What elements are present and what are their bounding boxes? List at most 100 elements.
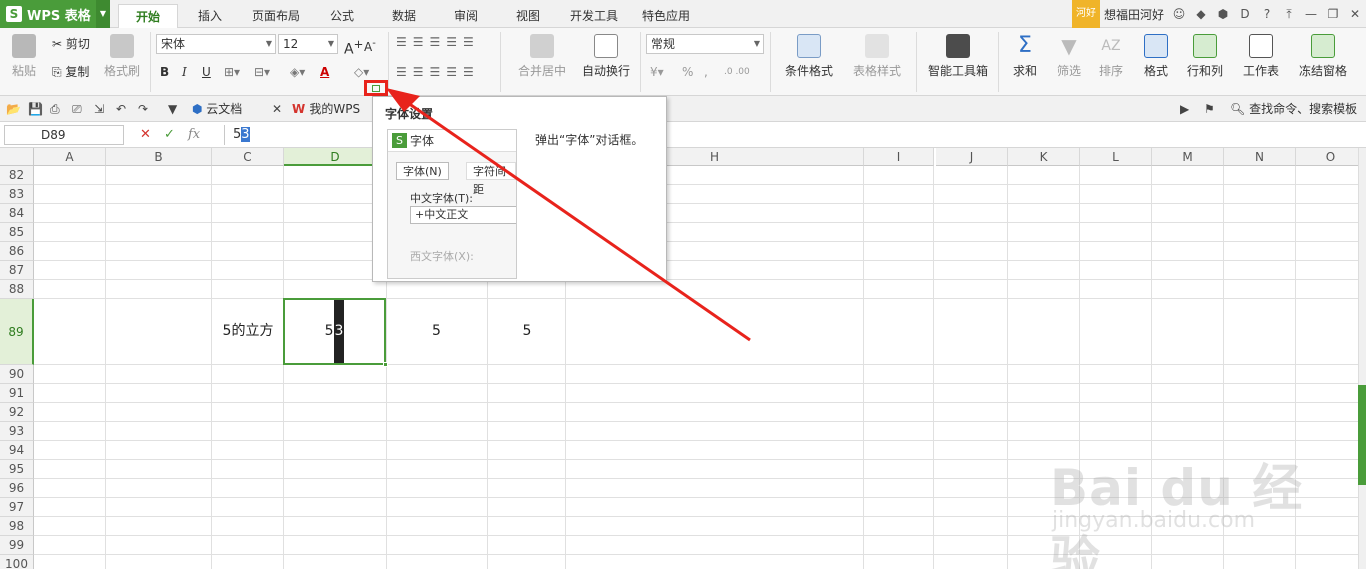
tab-data[interactable]: 数据 — [380, 4, 428, 28]
sum-button[interactable]: Σ 求和 — [1006, 34, 1044, 79]
currency-icon[interactable]: ¥▾ — [650, 62, 664, 82]
row-header-95[interactable]: 95 — [0, 460, 34, 479]
skin-icon[interactable]: ☺ — [1168, 0, 1190, 28]
customize-dropdown-icon[interactable]: ▼ — [168, 100, 177, 118]
row-header-91[interactable]: 91 — [0, 384, 34, 403]
avatar[interactable]: 河好 — [1071, 0, 1100, 28]
print-icon[interactable]: ⎚ — [72, 100, 82, 118]
row-header-99[interactable]: 99 — [0, 536, 34, 555]
help-icon[interactable]: ? — [1256, 0, 1278, 28]
row-header-96[interactable]: 96 — [0, 479, 34, 498]
row-header-82[interactable]: 82 — [0, 166, 34, 185]
align-top-icons[interactable]: ☰☰☰☰☰ — [396, 32, 480, 52]
row-header-93[interactable]: 93 — [0, 422, 34, 441]
font-dialog-launcher-highlight[interactable] — [364, 80, 388, 96]
column-header-j[interactable]: J — [936, 148, 1008, 166]
column-header-c[interactable]: C — [212, 148, 284, 166]
column-header-i[interactable]: I — [864, 148, 934, 166]
row-header-84[interactable]: 84 — [0, 204, 34, 223]
italic-button[interactable]: I — [182, 62, 187, 82]
tab-special[interactable]: 特色应用 — [634, 4, 698, 28]
side-panel-toggle[interactable] — [1358, 385, 1366, 485]
row-header-92[interactable]: 92 — [0, 403, 34, 422]
active-cell-d89[interactable]: 53 — [283, 298, 388, 367]
increase-font-icon[interactable]: A+ — [344, 34, 363, 58]
open-folder-icon[interactable]: 📂 — [6, 100, 21, 118]
tab-insert[interactable]: 插入 — [184, 4, 236, 28]
column-header-m[interactable]: M — [1152, 148, 1224, 166]
paste-button[interactable]: 粘贴 — [8, 34, 40, 79]
format-button[interactable]: 格式 — [1136, 34, 1176, 79]
row-col-button[interactable]: 行和列 — [1182, 34, 1228, 79]
tab-review[interactable]: 审阅 — [442, 4, 490, 28]
border-icon[interactable]: ⊞▾ — [224, 62, 240, 82]
minimize-icon[interactable]: — — [1300, 0, 1322, 28]
merge-center-button[interactable]: 合并居中 — [510, 34, 574, 79]
row-header-88[interactable]: 88 — [0, 280, 34, 299]
close-tab-icon[interactable]: ✕ — [272, 100, 282, 118]
row-header-98[interactable]: 98 — [0, 517, 34, 536]
name-box[interactable]: D89 — [4, 125, 124, 145]
clear-icon[interactable]: ◇▾ — [354, 62, 369, 82]
save-icon[interactable]: 💾 — [28, 100, 43, 118]
cut-button[interactable]: ✂ 剪切 — [52, 34, 90, 54]
font-size-select[interactable]: 12 ▼ — [278, 34, 338, 54]
freeze-panes-button[interactable]: 冻结窗格 — [1292, 34, 1354, 79]
video-icon[interactable]: ▶ — [1180, 100, 1189, 118]
select-all-corner[interactable] — [0, 148, 34, 166]
column-header-b[interactable]: B — [106, 148, 212, 166]
tab-page-layout[interactable]: 页面布局 — [240, 4, 312, 28]
tab-view[interactable]: 视图 — [504, 4, 552, 28]
filter-button[interactable]: ▼ 筛选 — [1050, 34, 1088, 79]
feedback-icon[interactable]: ◆ — [1190, 0, 1212, 28]
column-header-a[interactable]: A — [34, 148, 106, 166]
table-style-button[interactable]: 表格样式 — [846, 34, 908, 79]
user-name[interactable]: 想福田河好 — [1100, 6, 1168, 23]
row-header-94[interactable]: 94 — [0, 441, 34, 460]
doc-tab-mywps[interactable]: W 我的WPS — [292, 98, 360, 120]
cell-c89[interactable]: 5的立方 — [212, 298, 284, 364]
row-header-83[interactable]: 83 — [0, 185, 34, 204]
fill-color-icon[interactable]: ◈▾ — [290, 62, 305, 82]
percent-button[interactable]: % — [682, 62, 693, 82]
format-painter-button[interactable]: 格式刷 — [102, 34, 142, 79]
wrap-text-button[interactable]: 自动换行 — [578, 34, 634, 79]
column-header-n[interactable]: N — [1224, 148, 1296, 166]
cell-e89[interactable]: 5 — [385, 298, 488, 364]
copy-button[interactable]: ⎘ 复制 — [52, 62, 89, 82]
restore-ribbon-icon[interactable]: ⤒ — [1278, 0, 1300, 28]
sort-button[interactable]: AZ 排序 — [1092, 34, 1130, 79]
cell-border-icon[interactable]: ⊟▾ — [254, 62, 270, 82]
cancel-icon[interactable]: ✕ — [140, 125, 151, 145]
conditional-format-button[interactable]: 条件格式 — [778, 34, 840, 79]
column-header-k[interactable]: K — [1008, 148, 1080, 166]
row-header-100[interactable]: 100 — [0, 555, 34, 569]
row-header-87[interactable]: 87 — [0, 261, 34, 280]
close-icon[interactable]: ✕ — [1344, 0, 1366, 28]
smart-toolbox-button[interactable]: 智能工具箱 — [924, 34, 992, 79]
confirm-icon[interactable]: ✓ — [164, 125, 175, 145]
row-header-90[interactable]: 90 — [0, 365, 34, 384]
number-format-select[interactable]: 常规 ▼ — [646, 34, 764, 54]
decrease-font-icon[interactable]: A- — [364, 34, 376, 54]
command-search[interactable]: 🔍︎ 查找命令、搜索模板 — [1230, 98, 1357, 120]
cell-f89[interactable]: 5 — [488, 298, 566, 364]
export-icon[interactable]: ⇲ — [94, 100, 104, 118]
tab-formulas[interactable]: 公式 — [318, 4, 366, 28]
undo-icon[interactable]: ↶ — [116, 100, 126, 118]
decimal-icons[interactable]: .0 .00 — [724, 62, 750, 82]
maximize-icon[interactable]: ❐ — [1322, 0, 1344, 28]
tab-developer[interactable]: 开发工具 — [562, 4, 626, 28]
fx-icon[interactable]: fx — [188, 125, 200, 145]
settings-icon[interactable]: ⬢ — [1212, 0, 1234, 28]
underline-button[interactable]: U — [202, 62, 211, 82]
app-menu-button[interactable]: S WPS 表格 ▼ — [0, 0, 110, 28]
flag-icon[interactable]: ⚑ — [1204, 100, 1215, 118]
tab-home[interactable]: 开始 — [118, 4, 178, 28]
font-name-select[interactable]: 宋体 ▼ — [156, 34, 276, 54]
row-header-97[interactable]: 97 — [0, 498, 34, 517]
doc-tab-cloud[interactable]: ⬢ 云文档 — [192, 98, 242, 120]
row-header-85[interactable]: 85 — [0, 223, 34, 242]
column-header-l[interactable]: L — [1080, 148, 1152, 166]
chevron-down-icon[interactable]: ▼ — [96, 0, 110, 28]
